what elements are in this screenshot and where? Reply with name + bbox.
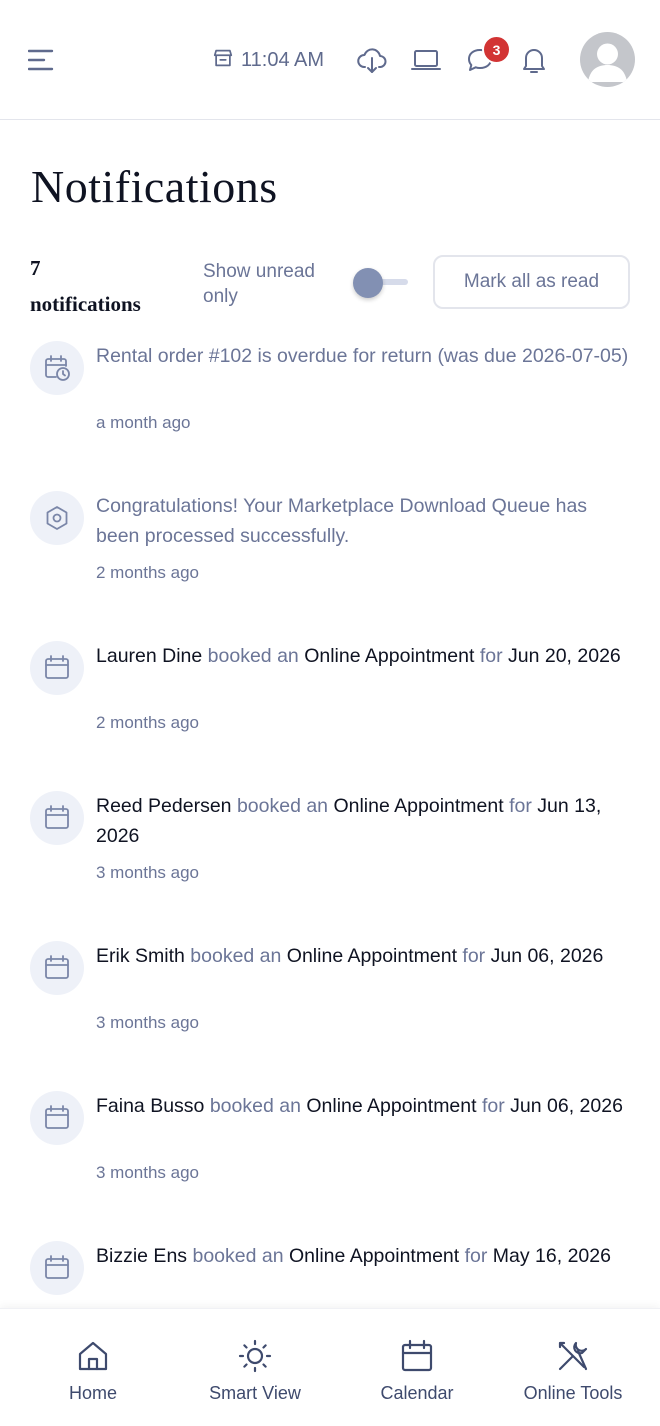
nav-online-tools-label: Online Tools: [523, 1383, 623, 1403]
notification-item[interactable]: Faina Busso booked an Online Appointment…: [30, 1091, 630, 1201]
appointment-date: May 16, 2026: [492, 1245, 611, 1267]
bottom-nav: Home Smart View Calendar Online Tools: [0, 1308, 660, 1426]
notification-count-label: notifications: [30, 292, 141, 316]
show-unread-toggle[interactable]: [352, 266, 410, 298]
mark-all-read-button[interactable]: Mark all as read: [433, 255, 630, 309]
notification-item[interactable]: Erik Smith booked an Online Appointment …: [30, 941, 630, 1051]
appointment-type[interactable]: Online Appointment: [333, 795, 503, 817]
preposition: for: [462, 945, 486, 967]
customer-name[interactable]: Erik Smith: [96, 945, 185, 967]
store-icon: [212, 47, 234, 74]
preposition: for: [509, 795, 532, 817]
preposition: for: [481, 1095, 505, 1117]
chat-badge: 3: [482, 35, 511, 64]
appointment-date: Jun 20, 2026: [508, 645, 621, 667]
notification-text: Congratulations! Your Marketplace Downlo…: [96, 495, 588, 547]
sun-icon: [238, 1339, 272, 1373]
notification-time: 3 months ago: [96, 1163, 200, 1182]
appointment-type[interactable]: Online Appointment: [289, 1245, 459, 1267]
cloud-download-icon[interactable]: [356, 44, 388, 76]
calendar-icon: [30, 941, 84, 995]
hexagon-icon: [30, 491, 84, 545]
notification-text: Reed Pedersen booked an Online Appointme…: [96, 791, 630, 851]
customer-name[interactable]: Reed Pedersen: [96, 795, 232, 817]
notification-text: Rental order #102 is overdue for return …: [96, 345, 629, 367]
menu-icon[interactable]: [27, 48, 54, 72]
home-icon: [78, 1341, 108, 1371]
calendar-icon: [30, 1091, 84, 1145]
notification-count-number: 7: [30, 256, 41, 280]
action-verb: booked an: [192, 1245, 284, 1267]
show-unread-label: Show unread only: [203, 261, 315, 307]
appointment-type[interactable]: Online Appointment: [306, 1095, 476, 1117]
avatar[interactable]: [580, 32, 635, 87]
tools-icon: [558, 1341, 588, 1371]
notifications-page: 11:04 AM 3 Notifications 7 notifications…: [0, 0, 660, 1426]
nav-calendar[interactable]: Calendar: [342, 1309, 492, 1426]
action-verb: booked an: [190, 945, 282, 967]
laptop-icon[interactable]: [410, 44, 442, 76]
notification-text: Faina Busso booked an Online Appointment…: [96, 1091, 630, 1121]
notification-text: Bizzie Ens booked an Online Appointment …: [96, 1241, 630, 1271]
nav-home-label: Home: [68, 1383, 117, 1403]
calendar-clock-icon: [30, 341, 84, 395]
customer-name[interactable]: Faina Busso: [96, 1095, 204, 1117]
notification-time: 2 months ago: [96, 713, 200, 732]
notification-item[interactable]: Reed Pedersen booked an Online Appointme…: [30, 791, 630, 901]
nav-smart-view[interactable]: Smart View: [180, 1309, 330, 1426]
customer-name[interactable]: Bizzie Ens: [96, 1245, 187, 1267]
notification-text: Lauren Dine booked an Online Appointment…: [96, 641, 630, 671]
appointment-date: Jun 06, 2026: [490, 945, 604, 967]
notification-item[interactable]: Rental order #102 is overdue for return …: [30, 341, 630, 451]
appointment-date: Jun 06, 2026: [510, 1095, 623, 1117]
notification-time: 3 months ago: [96, 863, 200, 882]
customer-name[interactable]: Lauren Dine: [96, 645, 202, 667]
bell-icon[interactable]: [518, 44, 550, 76]
appointment-type[interactable]: Online Appointment: [287, 945, 457, 967]
calendar-icon: [30, 641, 84, 695]
calendar-icon: [30, 1241, 84, 1295]
notification-time: 3 months ago: [96, 1013, 200, 1032]
preposition: for: [479, 645, 503, 667]
calendar-icon: [401, 1339, 433, 1372]
nav-smart-view-label: Smart View: [209, 1383, 301, 1403]
action-verb: booked an: [209, 1095, 301, 1117]
store-time[interactable]: 11:04 AM: [212, 46, 324, 74]
action-verb: booked an: [236, 795, 329, 817]
appointment-type[interactable]: Online Appointment: [304, 645, 474, 667]
notification-item[interactable]: Lauren Dine booked an Online Appointment…: [30, 641, 630, 751]
nav-calendar-label: Calendar: [380, 1383, 454, 1403]
toggle-knob: [353, 268, 383, 298]
notification-time: 2 months ago: [96, 563, 200, 582]
nav-online-tools[interactable]: Online Tools: [498, 1309, 648, 1426]
calendar-icon: [30, 791, 84, 845]
notification-count: 7 notifications: [30, 250, 141, 322]
preposition: for: [464, 1245, 488, 1267]
page-title: Notifications: [31, 161, 278, 212]
top-bar: 11:04 AM 3: [0, 0, 660, 120]
nav-home[interactable]: Home: [18, 1309, 168, 1426]
clock-time: 11:04 AM: [241, 48, 325, 71]
notification-item[interactable]: Congratulations! Your Marketplace Downlo…: [30, 491, 630, 601]
notification-time: a month ago: [96, 413, 191, 432]
notification-text: Erik Smith booked an Online Appointment …: [96, 941, 630, 971]
action-verb: booked an: [207, 645, 299, 667]
